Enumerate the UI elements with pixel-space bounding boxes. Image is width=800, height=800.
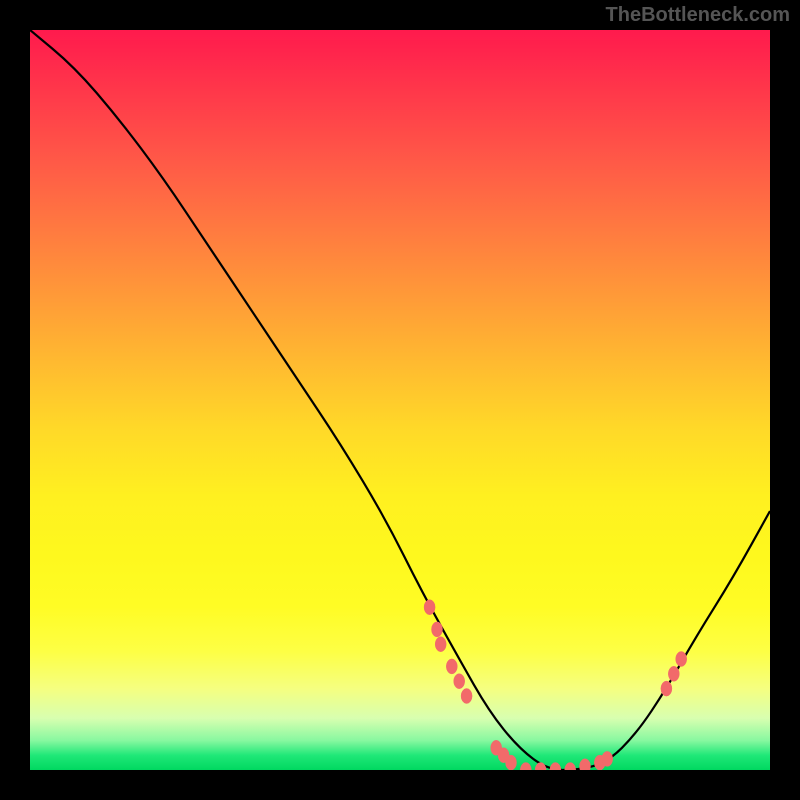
highlight-point	[565, 763, 576, 771]
highlight-point	[580, 759, 591, 770]
highlight-point	[668, 666, 679, 681]
highlight-point	[676, 652, 687, 667]
highlight-point	[550, 763, 561, 771]
highlight-point	[454, 674, 465, 689]
highlight-markers	[424, 600, 687, 770]
highlight-point	[520, 763, 531, 771]
highlight-point	[506, 755, 517, 770]
highlight-point	[435, 637, 446, 652]
highlight-point	[424, 600, 435, 615]
highlight-point	[432, 622, 443, 637]
chart-plot-area	[30, 30, 770, 770]
highlight-point	[461, 689, 472, 704]
watermark-text: TheBottleneck.com	[606, 4, 790, 27]
highlight-point	[661, 681, 672, 696]
bottleneck-curve	[30, 30, 770, 770]
highlight-point	[602, 751, 613, 766]
chart-svg	[30, 30, 770, 770]
highlight-point	[446, 659, 457, 674]
highlight-point	[535, 763, 546, 771]
